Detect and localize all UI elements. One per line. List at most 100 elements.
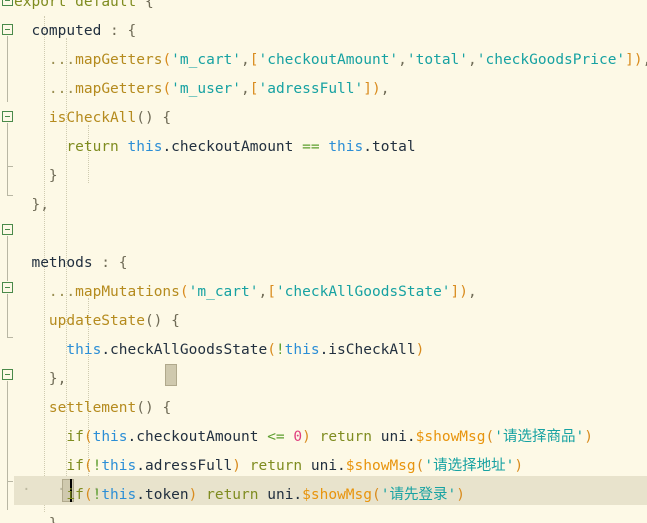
code-line[interactable]: settlement() {: [14, 394, 171, 423]
code-token: ,: [398, 52, 407, 68]
code-token: $showMsg: [302, 487, 372, 503]
code-token: (: [267, 342, 276, 358]
code-token: : {: [92, 255, 128, 271]
code-token: uni.: [302, 458, 346, 474]
code-line[interactable]: },: [14, 191, 48, 220]
code-token: },: [48, 371, 67, 387]
code-token: return: [249, 458, 303, 474]
brace-match-box-open: [165, 364, 177, 386]
fold-marker-line-10[interactable]: [2, 224, 13, 235]
fold-marker-line-5[interactable]: [2, 111, 13, 122]
code-token: () {: [136, 110, 172, 126]
code-token: .token: [136, 487, 189, 503]
code-token: (: [162, 52, 172, 68]
code-token: {: [136, 0, 154, 10]
code-token: .checkoutAmount: [127, 429, 259, 445]
code-token: methods: [31, 255, 93, 271]
fold-marker-line-2[interactable]: [2, 24, 13, 35]
code-token: ): [415, 342, 425, 358]
fold-range-line-updatestate: [7, 294, 8, 337]
code-token: ): [371, 81, 381, 97]
code-line[interactable]: methods : {: [14, 249, 128, 278]
code-token: if: [66, 458, 84, 474]
code-token: this: [284, 342, 320, 358]
code-token: this: [66, 342, 102, 358]
code-line[interactable]: updateState() {: [14, 307, 180, 336]
code-line[interactable]: if(!this.token) return uni.$showMsg('请先登…: [14, 481, 465, 510]
code-line[interactable]: ...mapMutations('m_cart',['checkAllGoods…: [14, 278, 477, 307]
code-token: if: [66, 487, 84, 503]
code-token: 'total': [406, 52, 469, 68]
code-token: }: [48, 168, 58, 184]
code-token: 'checkAllGoodsState': [275, 284, 451, 300]
code-token: (: [83, 429, 93, 445]
code-token: ...: [48, 52, 76, 68]
code-line[interactable]: return this.checkoutAmount == this.total: [14, 133, 415, 162]
fold-marker-line-15[interactable]: [2, 369, 13, 380]
code-token: this: [328, 139, 364, 155]
code-token: ,: [468, 284, 477, 300]
code-token: $showMsg: [415, 429, 486, 445]
code-token: 0: [293, 429, 303, 445]
code-token: return: [319, 429, 372, 445]
code-token: ,: [241, 81, 250, 97]
code-line[interactable]: }: [14, 510, 58, 523]
fold-marker-line-1[interactable]: [2, 0, 13, 6]
code-token: 'checkoutAmount': [258, 52, 399, 68]
code-token: (: [485, 429, 495, 445]
fold-range-line-methods: [7, 236, 8, 281]
code-token: ): [459, 284, 469, 300]
code-line[interactable]: export default {: [14, 0, 154, 17]
code-token: uni.: [258, 487, 303, 503]
code-line[interactable]: },: [14, 365, 66, 394]
code-token: ...: [48, 81, 76, 97]
code-token: 'm_cart': [188, 284, 259, 300]
code-token: .checkAllGoodsState: [101, 342, 268, 358]
code-token: 'm_user': [171, 81, 242, 97]
code-token: .isCheckAll: [319, 342, 416, 358]
code-line[interactable]: if(this.checkoutAmount <= 0) return uni.…: [14, 423, 593, 452]
code-token: ,: [258, 284, 268, 300]
code-line[interactable]: if(!this.adressFull) return uni.$showMsg…: [14, 452, 523, 481]
fold-range-line-methods-tail: [7, 482, 8, 510]
fold-marker-line-12[interactable]: [2, 282, 13, 293]
editor-gutter[interactable]: [0, 0, 14, 523]
code-line[interactable]: ...mapGetters('m_user',['adressFull']),: [14, 75, 390, 104]
fold-range-line-ischeckall: [7, 123, 8, 166]
code-token: '请选择地址': [424, 458, 515, 474]
code-line[interactable]: }: [14, 162, 58, 191]
code-token: if: [66, 429, 84, 445]
code-token: return: [206, 487, 259, 503]
fold-range-end-updatestate: [7, 337, 13, 338]
code-token: updateState: [48, 313, 145, 329]
code-token: (: [372, 487, 381, 503]
code-token: ): [633, 52, 643, 68]
code-line[interactable]: isCheckAll() {: [14, 104, 171, 133]
code-token: ): [232, 458, 242, 474]
code-token: (: [83, 487, 93, 503]
code-token: uni.: [372, 429, 416, 445]
code-token: ): [302, 429, 311, 445]
fold-range-line-settlement: [7, 381, 8, 481]
code-token: return: [66, 139, 119, 155]
code-line[interactable]: ...mapGetters('m_cart',['checkoutAmount'…: [14, 46, 647, 75]
code-line[interactable]: computed : {: [14, 17, 136, 46]
code-editor[interactable]: · · · export default { computed : { ...m…: [0, 0, 647, 523]
code-token: this: [92, 429, 128, 445]
code-line[interactable]: this.checkAllGoodsState(!this.isCheckAll…: [14, 336, 424, 365]
